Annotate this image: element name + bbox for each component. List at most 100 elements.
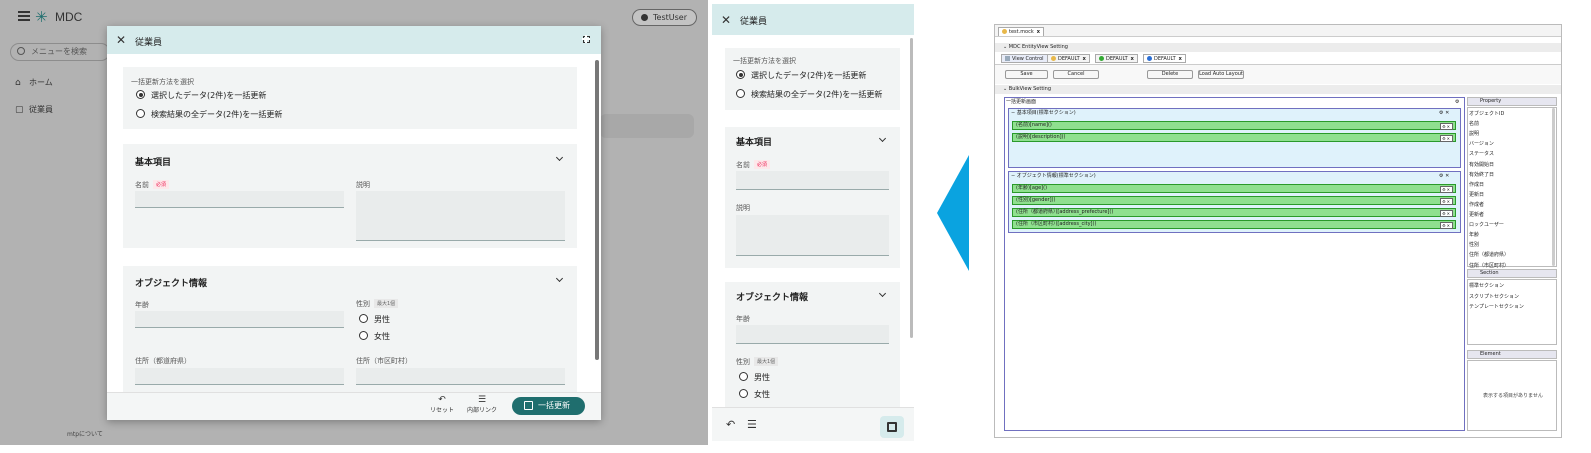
bulk-update-dialog: ✕ 従業員 一括更新方法を選択 選択したデータ(2件)を一括更新 検索結果の全デ… xyxy=(107,26,601,420)
field-description[interactable]: (説明)[description]() ⚙✕ xyxy=(1012,133,1456,142)
property-item[interactable]: 住所（市区町村） xyxy=(1469,262,1509,269)
gear-icon[interactable]: ⚙ xyxy=(1455,98,1459,106)
chevron-down-icon[interactable] xyxy=(555,153,564,162)
property-item[interactable]: 有効終了日 xyxy=(1469,171,1494,178)
close-icon[interactable]: x xyxy=(1131,56,1134,62)
tab-default-2[interactable]: DEFAULT x xyxy=(1095,54,1138,63)
field-prefecture[interactable]: (住所（都道府県）)[address_prefecture]() ⚙✕ xyxy=(1012,208,1456,217)
gender-option-female[interactable]: 女性 xyxy=(359,331,390,342)
field-controls[interactable]: ⚙✕ xyxy=(1440,198,1453,205)
field-controls[interactable]: ⚙✕ xyxy=(1440,135,1453,142)
close-icon[interactable]: x xyxy=(1083,56,1086,62)
close-icon[interactable]: ✕ xyxy=(721,14,731,26)
sidebar-item-home[interactable]: ⌂ ホーム xyxy=(15,77,53,88)
section-type-item[interactable]: 標準セクション xyxy=(1469,282,1504,289)
field-controls[interactable]: ⚙✕ xyxy=(1440,210,1453,217)
cancel-button[interactable]: Cancel xyxy=(1053,70,1099,79)
age-input[interactable] xyxy=(135,311,344,328)
property-item[interactable]: 作成者 xyxy=(1469,201,1484,208)
prefecture-input[interactable] xyxy=(135,368,344,385)
fullscreen-icon[interactable] xyxy=(582,35,590,43)
menu-search-input[interactable]: メニューを検索 xyxy=(10,43,110,61)
radio-label: 選択したデータ(2件)を一括更新 xyxy=(151,91,267,100)
description-textarea[interactable] xyxy=(356,191,565,241)
close-icon[interactable]: ✕ xyxy=(116,34,126,46)
default-icon xyxy=(1051,56,1056,61)
city-input[interactable] xyxy=(356,368,565,385)
bulk-update-button[interactable] xyxy=(880,416,904,438)
radio-unchecked-icon xyxy=(739,389,748,398)
radio-unchecked-icon xyxy=(736,89,745,98)
required-badge: 必須 xyxy=(153,180,170,189)
property-item[interactable]: 名前 xyxy=(1469,120,1479,127)
delete-button[interactable]: Delete xyxy=(1147,70,1193,79)
update-option-all[interactable]: 検索結果の全データ(2件)を一括更新 xyxy=(136,109,282,120)
gender-option-male[interactable]: 男性 xyxy=(359,314,390,325)
internal-link-button[interactable]: ☰ 内部リンク xyxy=(464,395,500,414)
hamburger-menu-icon[interactable] xyxy=(18,11,30,21)
property-pane-title[interactable]: Property xyxy=(1467,97,1557,106)
property-item[interactable]: 年齢 xyxy=(1469,231,1479,238)
property-item[interactable]: 有効開始日 xyxy=(1469,161,1494,168)
mobile-title: 従業員 xyxy=(740,17,768,27)
bulkview-header: ⌄ BulkView Setting xyxy=(1003,86,1052,92)
load-auto-layout-button[interactable]: Load Auto Layout xyxy=(1198,70,1244,79)
chevron-down-icon[interactable] xyxy=(555,274,564,283)
property-item[interactable]: 更新者 xyxy=(1469,211,1484,218)
field-age[interactable]: (年齢)[age]() ⚙✕ xyxy=(1012,184,1456,193)
property-item[interactable]: 説明 xyxy=(1469,130,1479,137)
save-button[interactable]: Save xyxy=(1005,70,1048,79)
property-item[interactable]: 作成日 xyxy=(1469,181,1484,188)
field-name[interactable]: (名前)[name]() ⚙✕ xyxy=(1012,121,1456,130)
section-pane-title[interactable]: Section xyxy=(1467,269,1557,278)
close-icon[interactable]: x xyxy=(1179,56,1182,62)
gender-option-male[interactable]: 男性 xyxy=(739,372,770,383)
property-item[interactable]: オブジェクトID xyxy=(1469,110,1504,117)
property-item[interactable]: バージョン xyxy=(1469,140,1494,147)
update-option-selected[interactable]: 選択したデータ(2件)を一括更新 xyxy=(736,70,866,81)
list-icon[interactable]: ☰ xyxy=(747,419,757,431)
property-item[interactable]: 更新日 xyxy=(1469,191,1484,198)
name-input[interactable] xyxy=(135,191,344,208)
update-option-all[interactable]: 検索結果の全データ(2件)を一括更新 xyxy=(736,89,882,100)
chevron-down-icon[interactable] xyxy=(878,134,887,143)
user-menu-button[interactable]: TestUser xyxy=(632,9,697,26)
sidebar-item-employee[interactable]: ▢ 従業員 xyxy=(15,104,53,115)
file-tab[interactable]: test.mock x xyxy=(998,27,1044,36)
tab-view-control[interactable]: View Control xyxy=(1001,54,1048,63)
section-type-item[interactable]: スクリプトセクション xyxy=(1469,293,1519,300)
property-item[interactable]: ロックユーザー xyxy=(1469,221,1504,228)
tab-default-1[interactable]: DEFAULT x xyxy=(1047,54,1090,63)
basic-section-title: 基本項目 xyxy=(135,158,172,168)
gender-option-female[interactable]: 女性 xyxy=(739,389,770,400)
element-pane-title[interactable]: Element xyxy=(1467,350,1557,359)
mobile-scrollbar[interactable] xyxy=(910,38,913,338)
field-controls[interactable]: ⚙✕ xyxy=(1440,222,1453,229)
update-option-selected[interactable]: 選択したデータ(2件)を一括更新 xyxy=(136,90,266,101)
dialog-header: ✕ 従業員 xyxy=(107,26,601,54)
tab-default-3[interactable]: DEFAULT x xyxy=(1143,54,1186,63)
field-controls[interactable]: ⚙✕ xyxy=(1440,186,1453,193)
name-label: 名前 必須 xyxy=(135,180,170,190)
undo-icon[interactable]: ↶ xyxy=(726,419,735,431)
property-item[interactable]: 性別 xyxy=(1469,241,1479,248)
description-textarea[interactable] xyxy=(736,215,889,256)
name-input[interactable] xyxy=(736,171,889,190)
section-controls[interactable]: ⚙ ✕ xyxy=(1439,172,1449,180)
object-section: オブジェクト情報 年齢 性別 最大1個 男性 女性 住所（都道府県） 住所（市区町… xyxy=(123,266,577,392)
property-item[interactable]: ステータス xyxy=(1469,150,1494,157)
section-controls[interactable]: ⚙ ✕ xyxy=(1439,109,1449,117)
dialog-scrollbar[interactable] xyxy=(595,60,599,360)
bulk-update-button[interactable]: 一括更新 xyxy=(512,397,585,415)
field-city[interactable]: (住所（市区町村）)[address_city]() ⚙✕ xyxy=(1012,220,1456,229)
field-gender[interactable]: (性別)[gender]() ⚙✕ xyxy=(1012,196,1456,205)
close-icon[interactable]: x xyxy=(1037,29,1040,35)
property-scrollbar[interactable] xyxy=(1552,108,1555,266)
field-controls[interactable]: ⚙✕ xyxy=(1440,123,1453,130)
section-type-item[interactable]: テンプレートセクション xyxy=(1469,303,1524,310)
property-item[interactable]: 住所（都道府県） xyxy=(1469,251,1509,258)
reset-button[interactable]: ↶ リセット xyxy=(427,395,457,414)
age-input[interactable] xyxy=(736,325,889,344)
chevron-down-icon[interactable] xyxy=(878,289,887,298)
about-link[interactable]: mtpについて xyxy=(67,429,103,438)
